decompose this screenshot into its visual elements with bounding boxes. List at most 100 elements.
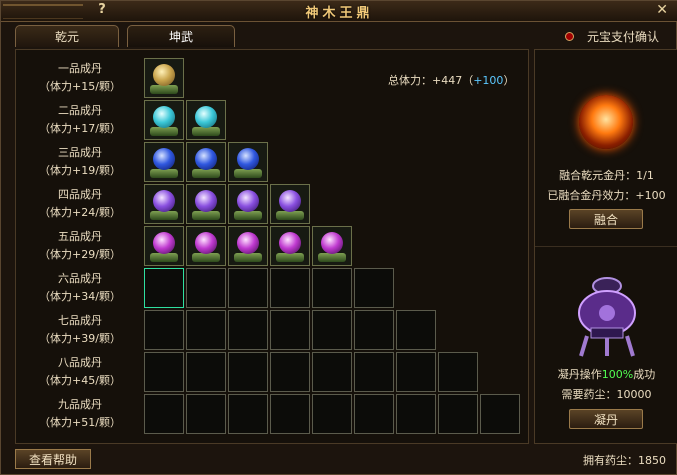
pill-slot[interactable] (228, 394, 268, 434)
row-bonus: （体力+45/颗） (39, 374, 121, 387)
pill-slot[interactable] (312, 310, 352, 350)
pill-orb-icon (321, 232, 343, 254)
row-bonus: （体力+34/颗） (39, 290, 121, 303)
pill-slot[interactable] (354, 310, 394, 350)
pill-slot[interactable] (228, 142, 268, 182)
pill-orb-icon (237, 190, 259, 212)
pill-slot[interactable] (186, 352, 226, 392)
pill-slot[interactable] (186, 310, 226, 350)
row-bonus: （体力+15/颗） (39, 80, 121, 93)
tab-kunwu[interactable]: 坤武 (127, 25, 235, 47)
view-help-button[interactable]: 查看帮助 (15, 449, 91, 469)
pill-slot[interactable] (270, 184, 310, 224)
pill-slot[interactable] (144, 394, 184, 434)
refine-percent: 100% (601, 368, 634, 381)
title-bar: ? 神木王鼎 ✕ (1, 1, 677, 22)
owned-dust: 拥有药尘：1850 (583, 454, 666, 467)
pill-slot[interactable] (186, 226, 226, 266)
pill-slot[interactable] (144, 100, 184, 140)
pill-slot[interactable] (312, 394, 352, 434)
pill-slot[interactable] (270, 352, 310, 392)
pill-slot[interactable] (186, 394, 226, 434)
row-bonus: （体力+17/颗） (39, 122, 121, 135)
pill-slot[interactable] (270, 394, 310, 434)
tab-qianyuan[interactable]: 乾元 (15, 25, 119, 47)
pill-orb-icon (195, 148, 217, 170)
pedestal-icon (318, 253, 346, 262)
pill-slot[interactable] (144, 268, 184, 308)
side-panel: 融合乾元金丹：1/1 已融合金丹效力：+100 融合 凝丹操作100%成功 需要… (534, 49, 677, 444)
pill-slot[interactable] (354, 268, 394, 308)
pedestal-icon (150, 253, 178, 262)
pill-orb-icon (237, 232, 259, 254)
pill-slot[interactable] (144, 310, 184, 350)
pill-orb-icon (195, 232, 217, 254)
row-bonus: （体力+19/颗） (39, 164, 121, 177)
pill-slot[interactable] (312, 268, 352, 308)
pill-slot[interactable] (312, 352, 352, 392)
pedestal-icon (192, 211, 220, 220)
pill-slot[interactable] (396, 352, 436, 392)
pill-slot[interactable] (186, 268, 226, 308)
pill-slot[interactable] (270, 226, 310, 266)
pill-slot[interactable] (270, 310, 310, 350)
fusion-count: 融合乾元金丹：1/1 (559, 169, 654, 182)
pill-slot[interactable] (438, 352, 478, 392)
pedestal-icon (234, 253, 262, 262)
pedestal-icon (150, 211, 178, 220)
pill-orb-icon (153, 64, 175, 86)
pill-slot[interactable] (228, 226, 268, 266)
pill-grid-panel: 总体力：+447（+100） 一品成丹 （体力+15/颗） 二品成丹 （体力+17/颗… (15, 49, 529, 444)
pill-slot[interactable] (480, 394, 520, 434)
close-icon[interactable]: ✕ (656, 1, 668, 19)
pill-orb-icon (153, 148, 175, 170)
pedestal-icon (192, 169, 220, 178)
total-label: 总体力：+447（ (388, 74, 474, 87)
total-bonus: +100 (473, 74, 504, 87)
pill-orb-icon (279, 232, 301, 254)
row-bonus: （体力+29/颗） (39, 248, 121, 261)
pill-slot[interactable] (144, 352, 184, 392)
total-close: ） (503, 74, 515, 87)
fuse-button[interactable]: 融合 (569, 209, 643, 229)
side-divider (535, 246, 677, 247)
pill-slot[interactable] (228, 352, 268, 392)
pedestal-icon (150, 85, 178, 94)
pill-slot[interactable] (354, 352, 394, 392)
cauldron-icon (578, 277, 636, 357)
pill-orb-icon (153, 190, 175, 212)
pill-orb-icon (195, 106, 217, 128)
pill-orb-icon (195, 190, 217, 212)
pill-slot[interactable] (186, 142, 226, 182)
pill-slot[interactable] (438, 394, 478, 434)
pedestal-icon (234, 169, 262, 178)
pill-slot[interactable] (354, 394, 394, 434)
total-stamina: 总体力：+447（+100） (388, 72, 514, 88)
pill-slot[interactable] (144, 58, 184, 98)
pill-slot[interactable] (270, 268, 310, 308)
refine-prefix: 凝丹操作 (557, 368, 602, 381)
pill-slot[interactable] (144, 184, 184, 224)
pill-orb-icon (153, 232, 175, 254)
pill-slot[interactable] (228, 268, 268, 308)
refine-rate: 凝丹操作100%成功 (535, 366, 677, 382)
pill-slot[interactable] (186, 184, 226, 224)
pill-slot[interactable] (396, 394, 436, 434)
pedestal-icon (192, 127, 220, 136)
fusion-effect: 已融合金丹效力：+100 (547, 189, 666, 202)
confirm-radio[interactable] (565, 32, 574, 41)
window-title: 神木王鼎 (305, 6, 374, 21)
dialog-window: ? 神木王鼎 ✕ 乾元 坤武 元宝支付确认 总体力：+447（+100） 一品成… (0, 0, 677, 475)
pill-slot[interactable] (144, 226, 184, 266)
pill-slot[interactable] (186, 100, 226, 140)
pill-slot[interactable] (228, 310, 268, 350)
pedestal-icon (276, 253, 304, 262)
pill-slot[interactable] (144, 142, 184, 182)
refine-button[interactable]: 凝丹 (569, 409, 643, 429)
pedestal-icon (234, 211, 262, 220)
pill-slot[interactable] (396, 310, 436, 350)
pill-orb-icon (279, 190, 301, 212)
pedestal-icon (150, 169, 178, 178)
pill-slot[interactable] (228, 184, 268, 224)
pill-slot[interactable] (312, 226, 352, 266)
